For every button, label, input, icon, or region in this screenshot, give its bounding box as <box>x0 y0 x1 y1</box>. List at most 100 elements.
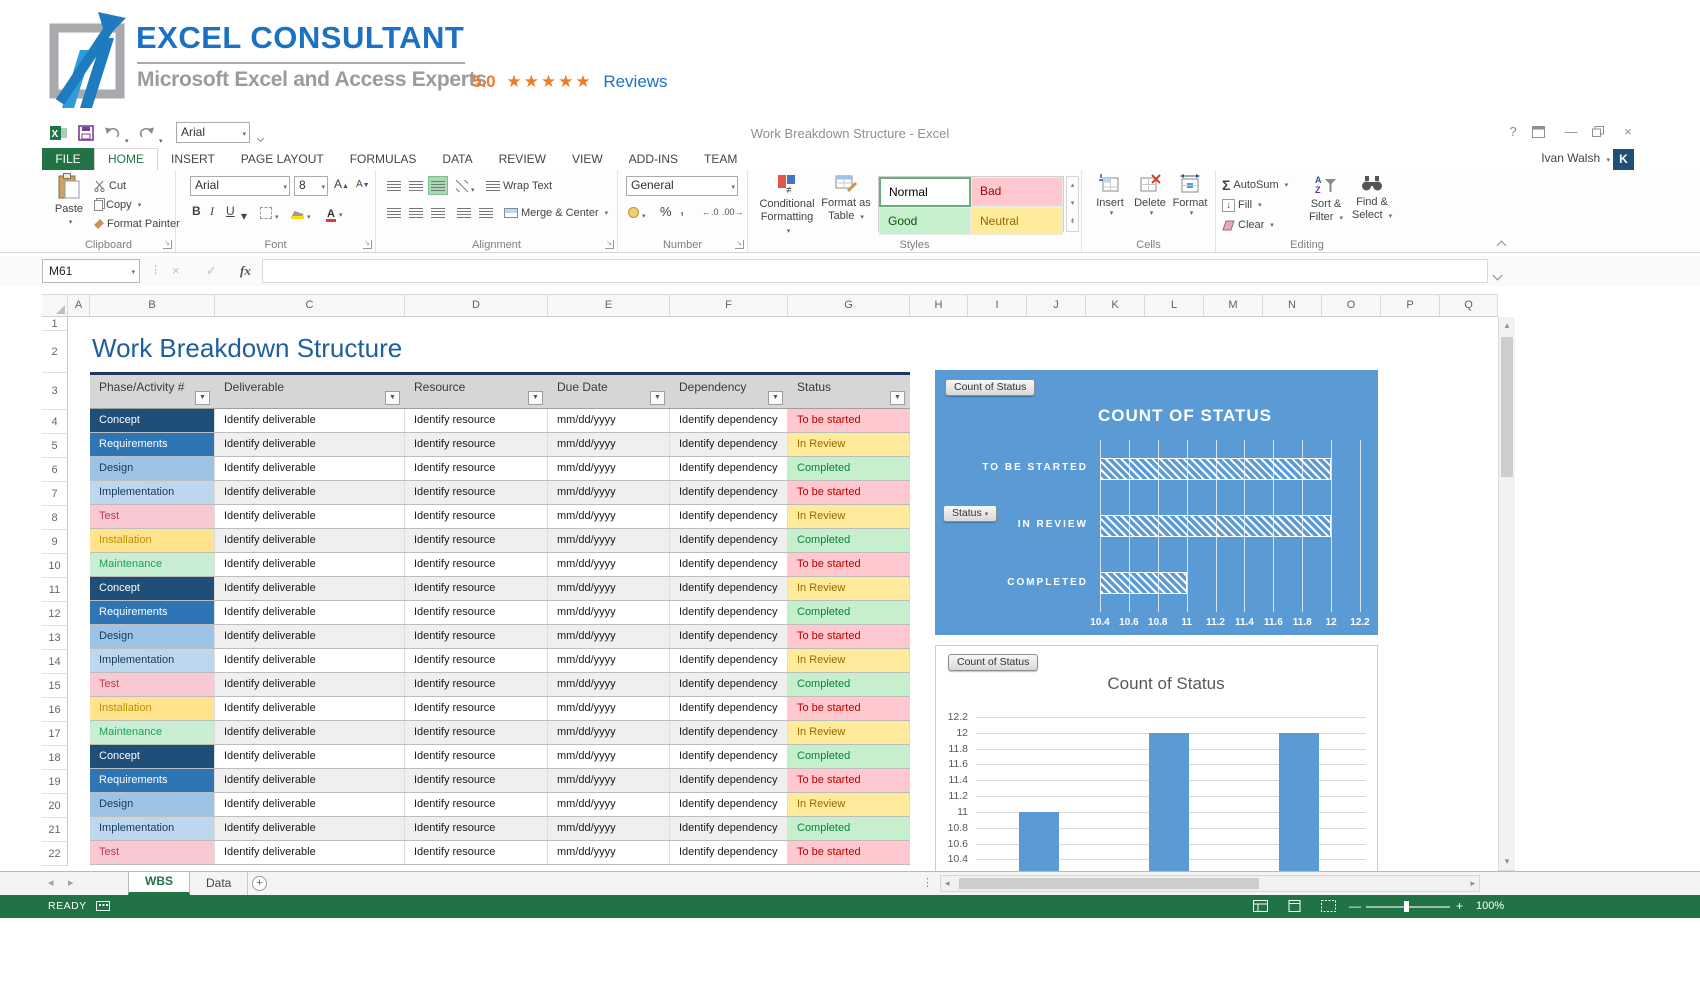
zoom-level[interactable]: 100% <box>1476 900 1504 912</box>
row-header-8[interactable]: 8 <box>42 506 68 530</box>
filter-dropdown-icon[interactable]: ▼ <box>385 391 400 405</box>
cell-due-date[interactable]: mm/dd/yyyy <box>548 793 670 816</box>
chart-bar[interactable] <box>1100 458 1331 480</box>
row-header-2[interactable]: 2 <box>42 331 68 373</box>
cell-dependency[interactable]: Identify dependency <box>670 409 788 432</box>
paste-button[interactable]: Paste▾ <box>50 173 88 229</box>
copy-button[interactable]: Copy▾ <box>94 196 141 214</box>
tab-file[interactable]: FILE <box>42 148 94 170</box>
font-color-icon[interactable]: A▾ <box>326 204 342 222</box>
next-sheet-icon[interactable]: ▸ <box>68 876 74 889</box>
cell-dependency[interactable]: Identify dependency <box>670 793 788 816</box>
zoom-out-icon[interactable]: — <box>1349 899 1361 913</box>
cell-due-date[interactable]: mm/dd/yyyy <box>548 745 670 768</box>
cell-dependency[interactable]: Identify dependency <box>670 745 788 768</box>
cell-phase[interactable]: Test <box>90 505 215 528</box>
cell-phase[interactable]: Maintenance <box>90 553 215 576</box>
row-header-18[interactable]: 18 <box>42 746 68 770</box>
cell-resource[interactable]: Identify resource <box>405 505 548 528</box>
cell-phase[interactable]: Design <box>90 457 215 480</box>
cell-deliverable[interactable]: Identify deliverable <box>215 745 405 768</box>
cell-status[interactable]: To be started <box>788 409 910 432</box>
filter-dropdown-icon[interactable]: ▼ <box>650 391 665 405</box>
column-header-n[interactable]: N <box>1263 295 1322 316</box>
cell-status[interactable]: To be started <box>788 769 910 792</box>
zoom-slider-thumb[interactable] <box>1404 901 1409 912</box>
select-all-corner[interactable] <box>42 295 68 316</box>
cell-status[interactable]: To be started <box>788 697 910 720</box>
cell-due-date[interactable]: mm/dd/yyyy <box>548 433 670 456</box>
cell-deliverable[interactable]: Identify deliverable <box>215 433 405 456</box>
cell-resource[interactable]: Identify resource <box>405 481 548 504</box>
tab-page-layout[interactable]: PAGE LAYOUT <box>228 148 337 170</box>
restore-icon[interactable] <box>1592 126 1604 137</box>
cell-deliverable[interactable]: Identify deliverable <box>215 553 405 576</box>
row-header-3[interactable]: 3 <box>42 373 68 410</box>
merge-center-button[interactable]: Merge & Center▾ <box>504 204 608 222</box>
column-header-e[interactable]: E <box>548 295 670 316</box>
cell-resource[interactable]: Identify resource <box>405 745 548 768</box>
column-header-b[interactable]: B <box>90 295 215 316</box>
row-header-13[interactable]: 13 <box>42 626 68 650</box>
column-header-f[interactable]: F <box>670 295 788 316</box>
cell-phase[interactable]: Installation <box>90 697 215 720</box>
accounting-format-icon[interactable]: ▾ <box>628 205 646 223</box>
cell-dependency[interactable]: Identify dependency <box>670 553 788 576</box>
row-header-4[interactable]: 4 <box>42 410 68 434</box>
row-header-17[interactable]: 17 <box>42 722 68 746</box>
cell-deliverable[interactable]: Identify deliverable <box>215 841 405 864</box>
align-right-icon[interactable] <box>428 203 448 222</box>
underline-dropdown-icon[interactable]: ▾ <box>241 209 247 223</box>
cell-dependency[interactable]: Identify dependency <box>670 673 788 696</box>
row-header-15[interactable]: 15 <box>42 674 68 698</box>
chart-bar[interactable] <box>1279 733 1319 871</box>
cell-status[interactable]: Completed <box>788 745 910 768</box>
cell-due-date[interactable]: mm/dd/yyyy <box>548 841 670 864</box>
cell-dependency[interactable]: Identify dependency <box>670 601 788 624</box>
cell-status[interactable]: Completed <box>788 529 910 552</box>
percent-style-icon[interactable]: % <box>660 204 672 219</box>
cell-resource[interactable]: Identify resource <box>405 601 548 624</box>
cell-dependency[interactable]: Identify dependency <box>670 457 788 480</box>
underline-button[interactable]: U <box>226 204 235 218</box>
cell-deliverable[interactable]: Identify deliverable <box>215 625 405 648</box>
cell-status[interactable]: Completed <box>788 601 910 624</box>
shrink-font-icon[interactable]: A▼ <box>356 179 370 190</box>
row-header-6[interactable]: 6 <box>42 458 68 482</box>
cell-phase[interactable]: Requirements <box>90 769 215 792</box>
cell-status[interactable]: In Review <box>788 577 910 600</box>
increase-decimal-icon[interactable]: ←.0 <box>702 207 719 217</box>
cell-style-normal[interactable]: Normal <box>879 177 971 207</box>
cell-phase[interactable]: Requirements <box>90 601 215 624</box>
cell-phase[interactable]: Design <box>90 625 215 648</box>
sheet-tab-data[interactable]: Data <box>190 872 248 895</box>
align-center-icon[interactable] <box>406 203 426 222</box>
cell-due-date[interactable]: mm/dd/yyyy <box>548 481 670 504</box>
borders-icon[interactable]: ▾ <box>260 206 279 224</box>
cell-status[interactable]: Completed <box>788 673 910 696</box>
cell-deliverable[interactable]: Identify deliverable <box>215 721 405 744</box>
cell-dependency[interactable]: Identify dependency <box>670 817 788 840</box>
cell-due-date[interactable]: mm/dd/yyyy <box>548 769 670 792</box>
pivot-chart-count-of-status[interactable]: Count of Status COUNT OF STATUS Status▾ … <box>935 370 1378 635</box>
cell-resource[interactable]: Identify resource <box>405 553 548 576</box>
row-header-16[interactable]: 16 <box>42 698 68 722</box>
column-header-a[interactable]: A <box>68 295 90 316</box>
cell-status[interactable]: In Review <box>788 433 910 456</box>
chart-bar[interactable] <box>1149 733 1189 871</box>
cell-dependency[interactable]: Identify dependency <box>670 433 788 456</box>
cell-deliverable[interactable]: Identify deliverable <box>215 649 405 672</box>
collapse-ribbon-icon[interactable] <box>1498 236 1505 254</box>
tab-view[interactable]: VIEW <box>559 148 616 170</box>
cell-phase[interactable]: Implementation <box>90 481 215 504</box>
cell-resource[interactable]: Identify resource <box>405 721 548 744</box>
cell-deliverable[interactable]: Identify deliverable <box>215 577 405 600</box>
minimize-icon[interactable]: — <box>1560 124 1582 139</box>
cell-resource[interactable]: Identify resource <box>405 769 548 792</box>
dialog-launcher-icon[interactable]: ↘ <box>605 240 614 249</box>
new-sheet-icon[interactable]: + <box>252 876 267 891</box>
orientation-icon[interactable]: ▾ <box>456 179 475 197</box>
cell-dependency[interactable]: Identify dependency <box>670 577 788 600</box>
row-header-11[interactable]: 11 <box>42 578 68 602</box>
cell-deliverable[interactable]: Identify deliverable <box>215 529 405 552</box>
